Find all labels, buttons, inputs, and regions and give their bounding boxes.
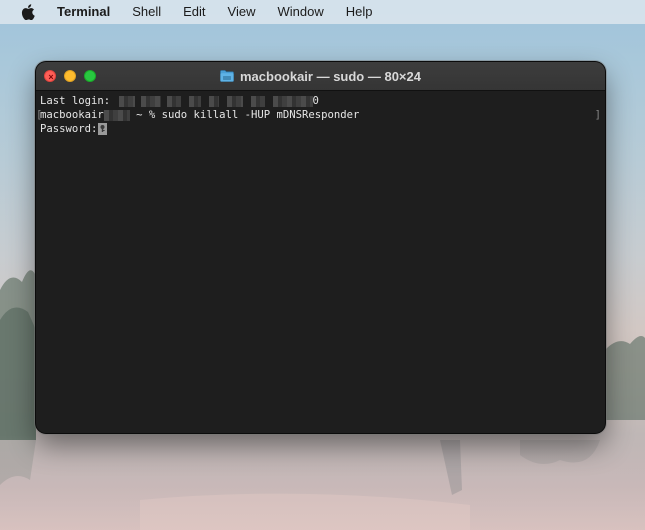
prompt-host: macbookair [40,109,104,121]
menu-edit[interactable]: Edit [172,0,216,24]
command-line: [ macbookair ~ % sudo killall -HUP mDNSR… [36,108,601,122]
window-title: macbookair — sudo — 80×24 [36,62,605,90]
prompt-symbol: ~ % [129,109,162,121]
redacted-text [188,95,201,107]
window-titlebar[interactable]: × macbookair — sudo — 80×24 [36,62,605,91]
last-login-suffix: 0 [312,95,319,107]
menu-view[interactable]: View [217,0,267,24]
window-title-text: macbookair — sudo — 80×24 [240,68,421,84]
menu-shell[interactable]: Shell [121,0,172,24]
redacted-text [140,95,161,107]
menu-window[interactable]: Window [267,0,335,24]
zoom-button[interactable] [84,70,96,82]
close-button[interactable]: × [44,70,56,82]
menu-bar: Terminal Shell Edit View Window Help [0,0,645,24]
password-line: Password: [40,122,601,136]
apple-logo-icon[interactable] [21,4,35,20]
menu-help[interactable]: Help [335,0,384,24]
password-label: Password: [40,123,98,135]
redacted-text [166,95,181,107]
mark-bracket-right: ] [594,109,601,121]
last-login-line: Last login: 0 [40,94,601,108]
desktop: Terminal Shell Edit View Window Help × m… [0,0,645,530]
window-controls: × [44,70,96,82]
redacted-text [208,95,219,107]
minimize-button[interactable] [64,70,76,82]
close-icon: × [48,72,54,82]
terminal-window[interactable]: × macbookair — sudo — 80×24 Last login: [36,62,605,433]
terminal-content[interactable]: Last login: 0 [ macbookair ~ % sudo kill… [36,91,605,432]
redacted-text [226,95,243,107]
redacted-text [118,95,135,107]
redacted-text [250,95,265,107]
terminal-cursor [98,123,108,135]
command-text: sudo killall -HUP mDNSResponder [161,109,360,121]
redacted-text [103,109,130,121]
menu-terminal[interactable]: Terminal [57,0,121,24]
redacted-text [272,95,313,107]
folder-icon [220,70,234,82]
last-login-label: Last login: [40,95,117,107]
mark-bracket-left: [ [36,109,43,121]
